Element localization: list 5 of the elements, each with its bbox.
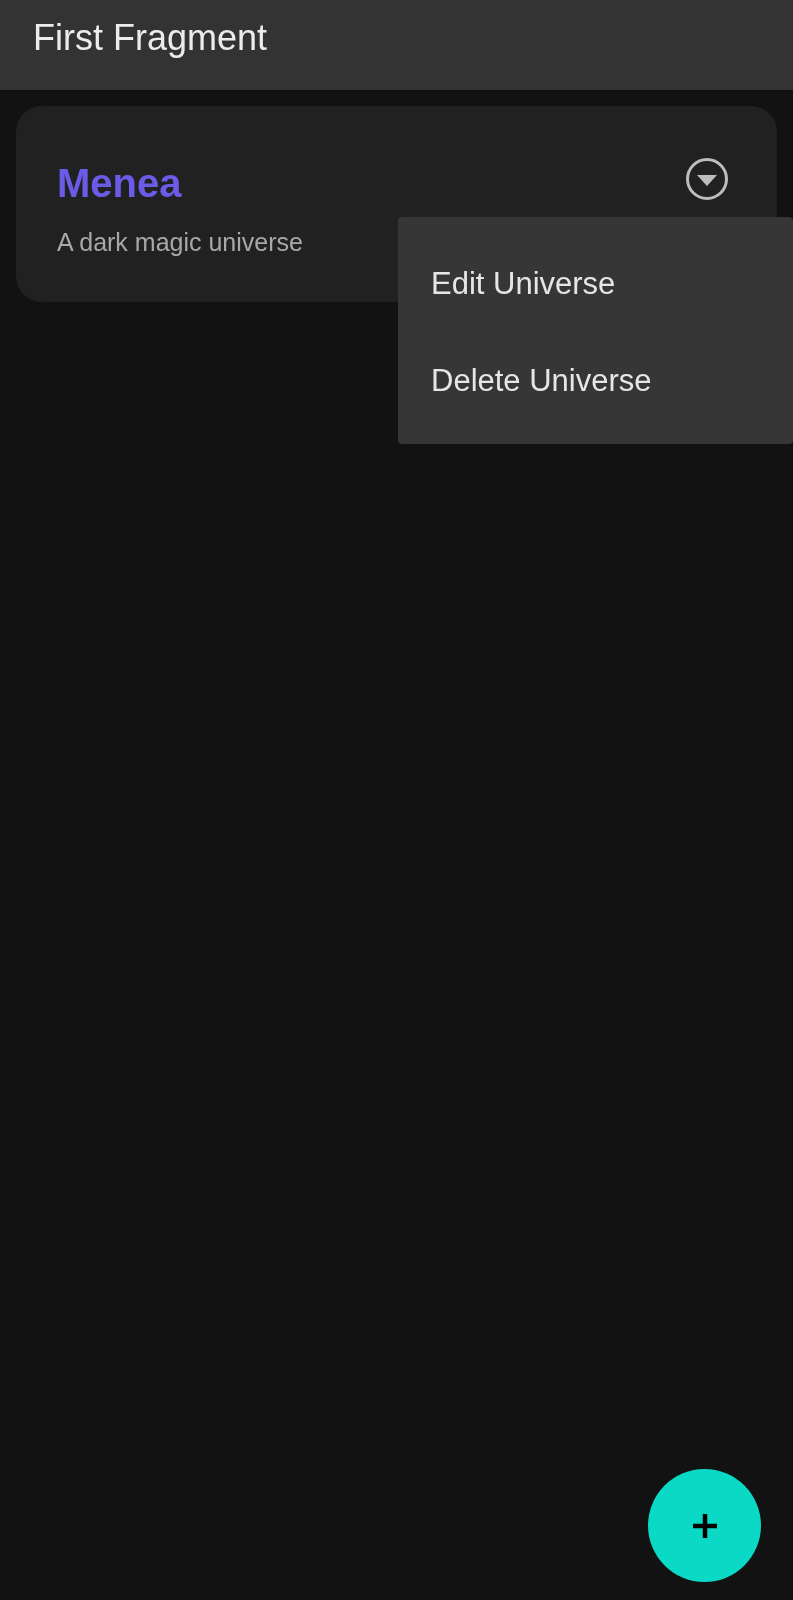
app-bar-title: First Fragment — [33, 17, 268, 59]
menu-item[interactable]: Delete Universe — [398, 336, 793, 433]
universe-name: Menea — [57, 161, 182, 206]
dropdown-icon[interactable] — [685, 157, 729, 201]
universe-description: A dark magic universe — [57, 228, 303, 257]
